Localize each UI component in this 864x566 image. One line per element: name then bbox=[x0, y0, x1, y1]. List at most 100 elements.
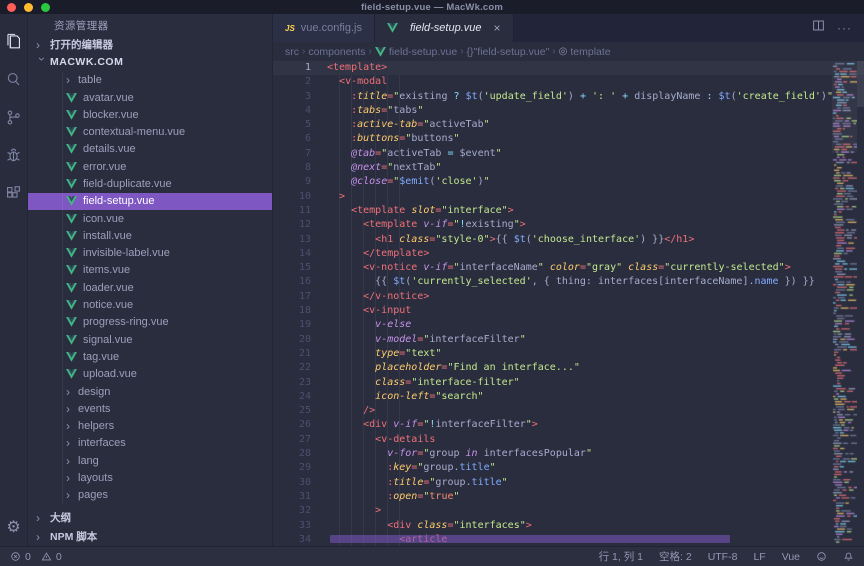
tree-item[interactable]: signal.vue bbox=[28, 331, 272, 348]
code-line[interactable]: 31 :open="true" bbox=[273, 490, 864, 504]
status-item[interactable]: 空格: 2 bbox=[659, 549, 692, 564]
code-line[interactable]: 9 @close="$emit('close')" bbox=[273, 175, 864, 189]
open-editors-section[interactable]: › 打开的编辑器 bbox=[28, 36, 272, 53]
breadcrumb-item[interactable]: field-setup.vue bbox=[375, 46, 457, 58]
code-line[interactable]: 20 v-model="interfaceFilter" bbox=[273, 333, 864, 347]
code-line[interactable]: 19 v-else bbox=[273, 318, 864, 332]
code-line[interactable]: 28 v-for="group in interfacesPopular" bbox=[273, 447, 864, 461]
feedback-icon[interactable] bbox=[816, 551, 827, 562]
tree-item[interactable]: items.vue bbox=[28, 262, 272, 279]
code-line[interactable]: 3 :title="existing ? $t('update_field') … bbox=[273, 90, 864, 104]
breadcrumb-item[interactable]: components bbox=[308, 46, 365, 58]
tab-field-setup-vue[interactable]: field-setup.vue× bbox=[375, 14, 514, 42]
line-number: 16 bbox=[273, 275, 311, 289]
close-tab-icon[interactable]: × bbox=[494, 21, 501, 35]
status-item[interactable]: Vue bbox=[782, 551, 800, 563]
warnings-status[interactable]: 0 bbox=[41, 551, 62, 563]
line-number: 34 bbox=[273, 533, 311, 546]
code-line[interactable]: 16 {{ $t('currently_selected', { thing: … bbox=[273, 275, 864, 289]
tree-item[interactable]: field-duplicate.vue bbox=[28, 175, 272, 192]
window-title: field-setup.vue — MacWk.com bbox=[0, 2, 864, 13]
code-line[interactable]: 11 <template slot="interface"> bbox=[273, 204, 864, 218]
code-line[interactable]: 14 </template> bbox=[273, 247, 864, 261]
tree-item[interactable]: progress-ring.vue bbox=[28, 314, 272, 331]
tree-item[interactable]: blocker.vue bbox=[28, 106, 272, 123]
code-line[interactable]: 2 <v-modal bbox=[273, 75, 864, 89]
code-line[interactable]: 21 type="text" bbox=[273, 347, 864, 361]
code-editor[interactable]: 1<template>2 <v-modal3 :title="existing … bbox=[273, 61, 864, 546]
horizontal-scrollbar[interactable] bbox=[330, 535, 730, 543]
line-number: 24 bbox=[273, 390, 311, 404]
code-line[interactable]: 29 :key="group.title" bbox=[273, 461, 864, 475]
more-actions-icon[interactable]: ··· bbox=[837, 21, 852, 35]
code-line[interactable]: 4 :tabs="tabs" bbox=[273, 104, 864, 118]
tree-item[interactable]: notice.vue bbox=[28, 296, 272, 313]
tree-item[interactable]: icon.vue bbox=[28, 210, 272, 227]
tree-item[interactable]: avatar.vue bbox=[28, 89, 272, 106]
tree-item[interactable]: details.vue bbox=[28, 141, 272, 158]
notifications-bell-icon[interactable] bbox=[843, 551, 854, 562]
code-line[interactable]: 8 @next="nextTab" bbox=[273, 161, 864, 175]
tree-item[interactable]: ›interfaces bbox=[28, 435, 272, 452]
tree-item[interactable]: ›pages bbox=[28, 487, 272, 504]
source-control-icon[interactable] bbox=[0, 98, 28, 136]
sidebar-section[interactable]: ›大纲 bbox=[36, 508, 272, 527]
code-line[interactable]: 27 <v-details bbox=[273, 433, 864, 447]
tree-item[interactable]: tag.vue bbox=[28, 348, 272, 365]
errors-status[interactable]: 0 bbox=[10, 551, 31, 563]
code-line[interactable]: 15 <v-notice v-if="interfaceName" color=… bbox=[273, 261, 864, 275]
code-line[interactable]: 1<template> bbox=[273, 61, 864, 75]
file-tree: ›tableavatar.vueblocker.vuecontextual-me… bbox=[28, 72, 272, 504]
workspace-root[interactable]: › MACWK.COM bbox=[28, 53, 272, 71]
tree-item[interactable]: ›lang bbox=[28, 452, 272, 469]
code-line[interactable]: 22 placeholder="Find an interface..." bbox=[273, 361, 864, 375]
sidebar-section[interactable]: ›NPM 脚本 bbox=[36, 527, 272, 546]
tree-item[interactable]: error.vue bbox=[28, 158, 272, 175]
tree-item[interactable]: upload.vue bbox=[28, 366, 272, 383]
line-number: 33 bbox=[273, 519, 311, 533]
tree-item[interactable]: ›helpers bbox=[28, 418, 272, 435]
breadcrumb-item[interactable]: ◎template bbox=[559, 46, 611, 58]
search-icon[interactable] bbox=[0, 60, 28, 98]
status-item[interactable]: LF bbox=[753, 551, 765, 563]
minimap[interactable] bbox=[832, 61, 857, 546]
split-editor-icon[interactable] bbox=[812, 19, 825, 37]
explorer-sidebar: 资源管理器 › 打开的编辑器 › MACWK.COM ›tableavatar.… bbox=[28, 14, 273, 546]
extensions-icon[interactable] bbox=[0, 174, 28, 212]
code-line[interactable]: 6 :buttons="buttons" bbox=[273, 132, 864, 146]
tree-item[interactable]: ›table bbox=[28, 72, 272, 89]
tree-item[interactable]: invisible-label.vue bbox=[28, 245, 272, 262]
tree-item[interactable]: ›events bbox=[28, 400, 272, 417]
tree-item[interactable]: ›layouts bbox=[28, 469, 272, 486]
settings-gear-icon[interactable]: ⚙ bbox=[0, 510, 28, 544]
code-line[interactable]: 26 <div v-if="!interfaceFilter"> bbox=[273, 418, 864, 432]
breadcrumb-item[interactable]: src bbox=[285, 46, 299, 58]
code-line[interactable]: 10 > bbox=[273, 190, 864, 204]
vertical-scrollbar[interactable] bbox=[857, 61, 864, 107]
breadcrumb-item[interactable]: {}"field-setup.vue" bbox=[467, 46, 550, 58]
status-item[interactable]: UTF-8 bbox=[708, 551, 738, 563]
code-line[interactable]: 23 class="interface-filter" bbox=[273, 376, 864, 390]
explorer-icon[interactable] bbox=[0, 22, 28, 60]
line-number: 2 bbox=[273, 75, 311, 89]
code-line[interactable]: 25 /> bbox=[273, 404, 864, 418]
line-number: 4 bbox=[273, 104, 311, 118]
code-line[interactable]: 13 <h1 class="style-0">{{ $t('choose_int… bbox=[273, 233, 864, 247]
code-line[interactable]: 7 @tab="activeTab = $event" bbox=[273, 147, 864, 161]
code-line[interactable]: 17 </v-notice> bbox=[273, 290, 864, 304]
code-line[interactable]: 5 :active-tab="activeTab" bbox=[273, 118, 864, 132]
status-item[interactable]: 行 1, 列 1 bbox=[599, 549, 643, 564]
code-line[interactable]: 33 <div class="interfaces"> bbox=[273, 519, 864, 533]
tab-vue-config-js[interactable]: JSvue.config.js bbox=[273, 14, 375, 42]
code-line[interactable]: 24 icon-left="search" bbox=[273, 390, 864, 404]
tree-item[interactable]: ›design bbox=[28, 383, 272, 400]
debug-icon[interactable] bbox=[0, 136, 28, 174]
code-line[interactable]: 32 > bbox=[273, 504, 864, 518]
code-line[interactable]: 18 <v-input bbox=[273, 304, 864, 318]
code-line[interactable]: 30 :title="group.title" bbox=[273, 476, 864, 490]
tree-item[interactable]: contextual-menu.vue bbox=[28, 123, 272, 140]
tree-item[interactable]: field-setup.vue bbox=[28, 193, 272, 210]
code-line[interactable]: 12 <template v-if="!existing"> bbox=[273, 218, 864, 232]
tree-item[interactable]: install.vue bbox=[28, 227, 272, 244]
tree-item[interactable]: loader.vue bbox=[28, 279, 272, 296]
